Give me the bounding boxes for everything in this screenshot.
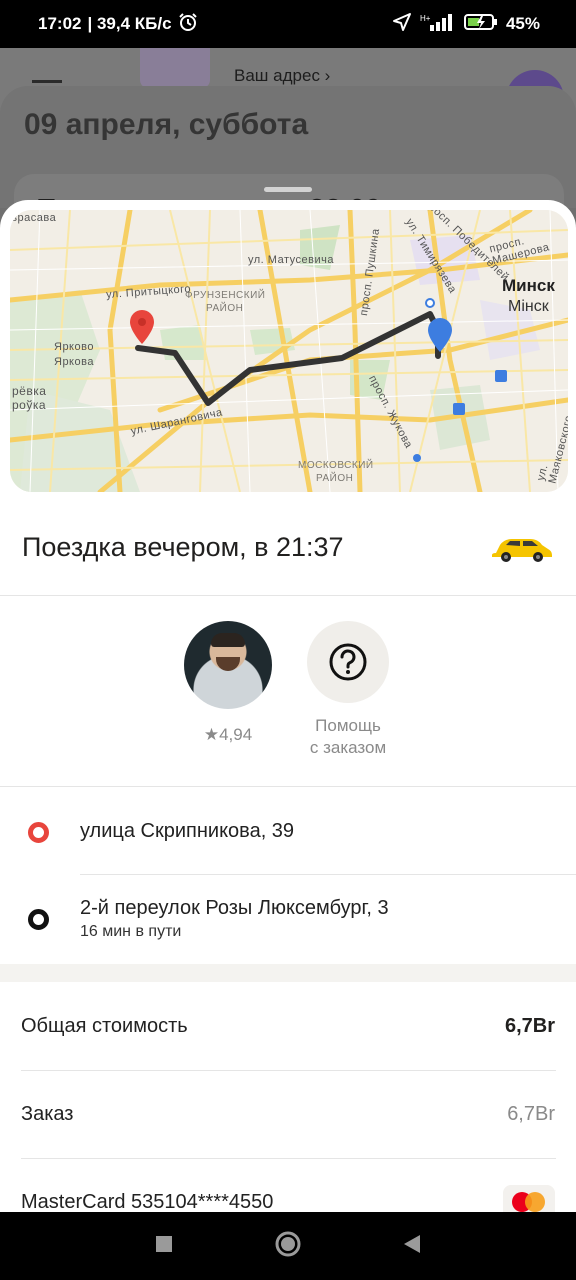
- map-village-label: Ярково: [54, 341, 94, 353]
- driver-avatar[interactable]: [184, 621, 272, 709]
- map-city-label: Минск: [502, 276, 555, 295]
- origin-address: улица Скрипникова, 39: [80, 820, 295, 842]
- system-navigation-bar: [0, 1212, 576, 1280]
- status-bar: 17:02 | 39,4 КБ/с H+ 45%: [0, 0, 576, 48]
- signal-icon: H+: [420, 12, 456, 37]
- status-time: 17:02: [38, 14, 82, 33]
- sheet-grabber[interactable]: [264, 187, 312, 192]
- total-cost-value: 6,7Br: [504, 1014, 555, 1037]
- map-edge-label: рёвка: [12, 384, 47, 398]
- map-edge-label: роўка: [12, 398, 47, 412]
- map-village-label: Яркова: [54, 356, 94, 368]
- route-section: улица Скрипникова, 39 2-й переулок Розы …: [0, 788, 576, 964]
- map-edge-label: зрасава: [12, 212, 57, 224]
- menu-icon: [32, 80, 62, 83]
- driver-rating: ★4,94: [203, 725, 253, 744]
- status-network-speed: | 39,4 КБ/с: [87, 14, 172, 33]
- trip-details-sheet: ФРУНЗЕНСКИЙ РАЙОН МОСКОВСКИЙ РАЙОН Минск…: [0, 200, 576, 1212]
- help-circle[interactable]: [307, 621, 389, 703]
- question-icon: [329, 643, 367, 681]
- route-from[interactable]: улица Скрипникова, 39: [0, 788, 576, 874]
- background-screen: Ваш адрес › 09 апреля, суббота Поездка в…: [0, 48, 576, 208]
- map-district-label: ФРУНЗЕНСКИЙ: [185, 290, 266, 301]
- map-district-label: РАЙОН: [206, 303, 244, 314]
- help-button[interactable]: Помощь с заказом: [300, 621, 396, 759]
- background-banner: [140, 48, 210, 88]
- recent-apps-button[interactable]: [154, 1234, 174, 1259]
- circle-icon: [275, 1231, 301, 1256]
- total-cost-row: Общая стоимость 6,7Br: [0, 982, 576, 1070]
- trip-title: Поездка вечером, в 21:37: [22, 532, 344, 562]
- map-district-label: МОСКОВСКИЙ: [298, 460, 374, 471]
- map-street-label: ул. Матусевича: [248, 254, 334, 266]
- help-label: Помощь с заказом: [309, 716, 387, 757]
- trip-title-row: Поездка вечером, в 21:37: [0, 500, 576, 596]
- payment-card-label: MasterCard 535104****4550: [21, 1190, 274, 1213]
- back-button[interactable]: [402, 1233, 422, 1260]
- destination-dot-icon: [28, 909, 49, 930]
- total-cost-label: Общая стоимость: [21, 1014, 188, 1037]
- destination-address: 2-й переулок Розы Люксембург, 3: [80, 897, 389, 919]
- svg-text:H+: H+: [420, 14, 431, 23]
- trip-duration: 16 мин в пути: [80, 923, 182, 940]
- map-district-label: РАЙОН: [316, 473, 354, 484]
- battery-percent: 45%: [505, 14, 540, 33]
- driver-card[interactable]: ★4,94: [184, 621, 272, 745]
- home-button[interactable]: [274, 1230, 302, 1263]
- background-address-label: Ваш адрес ›: [234, 66, 331, 85]
- square-icon: [156, 1235, 172, 1252]
- driver-and-help-section: ★4,94 Помощь с заказом: [0, 597, 576, 787]
- alarm-icon: [178, 12, 198, 37]
- order-cost-value: 6,7Br: [507, 1102, 555, 1125]
- map-city-label-alt: Мінск: [508, 298, 549, 315]
- star-icon: ★: [203, 725, 220, 744]
- route-to[interactable]: 2-й переулок Розы Люксембург, 3 16 мин в…: [0, 875, 576, 963]
- section-gap: [0, 964, 576, 982]
- route-map[interactable]: ФРУНЗЕНСКИЙ РАЙОН МОСКОВСКИЙ РАЙОН Минск…: [10, 210, 568, 492]
- background-date-heading: 09 апреля, суббота: [24, 108, 309, 141]
- origin-dot-icon: [28, 822, 49, 843]
- location-arrow-icon: [392, 12, 412, 37]
- order-cost-row: Заказ 6,7Br: [0, 1070, 576, 1158]
- payment-card-row[interactable]: MasterCard 535104****4550: [0, 1158, 576, 1212]
- order-cost-label: Заказ: [21, 1102, 74, 1125]
- mastercard-icon: [503, 1185, 555, 1212]
- triangle-back-icon: [404, 1234, 420, 1253]
- taxi-car-icon: [490, 533, 554, 563]
- battery-icon: [463, 12, 498, 37]
